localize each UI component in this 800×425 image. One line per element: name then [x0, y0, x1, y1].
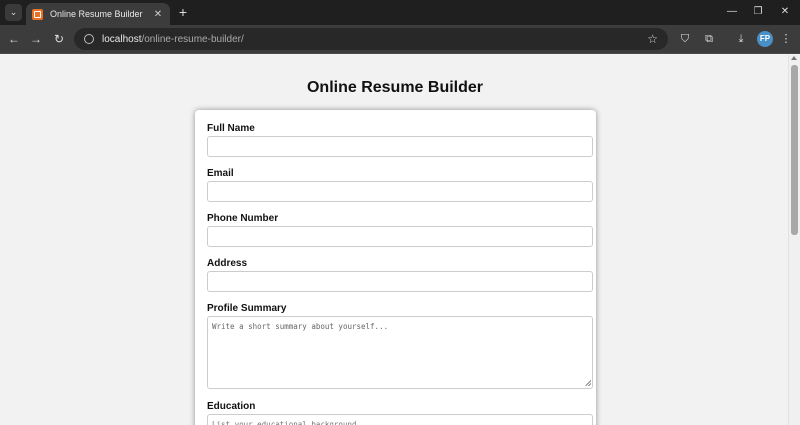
page-viewport: Online Resume Builder Full Name Email Ph… — [0, 55, 788, 425]
browser-toolbar: ← → ↻ localhost/online-resume-builder/ ☆… — [0, 25, 800, 54]
active-tab[interactable]: Online Resume Builder ✕ — [26, 3, 170, 25]
new-tab-button[interactable]: + — [176, 4, 190, 21]
address-bar[interactable]: localhost/online-resume-builder/ ☆ — [74, 28, 668, 50]
resume-form: Full Name Email Phone Number Address Pro… — [195, 110, 596, 425]
bookmark-star-icon[interactable]: ☆ — [647, 32, 658, 46]
minimize-icon[interactable]: — — [724, 4, 740, 20]
education-textarea[interactable] — [207, 414, 593, 425]
tab-strip: ⌄ Online Resume Builder ✕ + — ❐ ✕ — [0, 0, 800, 25]
url-text: localhost/online-resume-builder/ — [102, 33, 244, 45]
phone-label: Phone Number — [207, 213, 279, 224]
forward-arrow-icon[interactable]: → — [28, 31, 44, 47]
extensions-puzzle-icon[interactable]: ⧉ — [701, 31, 717, 47]
close-window-icon[interactable]: ✕ — [777, 4, 793, 20]
profile-avatar[interactable]: FP — [757, 31, 773, 47]
address-label: Address — [207, 258, 248, 269]
address-input[interactable] — [207, 271, 593, 292]
restore-icon[interactable]: ❐ — [750, 4, 766, 20]
education-label: Education — [207, 401, 256, 412]
profile-summary-textarea[interactable] — [207, 316, 593, 389]
phone-input[interactable] — [207, 226, 593, 247]
tab-title: Online Resume Builder — [50, 9, 143, 19]
scroll-up-arrow-icon[interactable] — [791, 56, 797, 60]
reload-icon[interactable]: ↻ — [51, 31, 67, 47]
chevron-down-icon: ⌄ — [9, 7, 18, 17]
email-label: Email — [207, 168, 234, 179]
tab-close-icon[interactable]: ✕ — [152, 9, 164, 20]
scrollbar-thumb[interactable] — [791, 65, 798, 235]
full-name-input[interactable] — [207, 136, 593, 157]
page-title: Online Resume Builder — [306, 79, 484, 96]
download-icon[interactable]: ⤓ — [733, 31, 749, 47]
back-arrow-icon[interactable]: ← — [6, 31, 22, 47]
page-scrollbar[interactable] — [788, 55, 800, 425]
resize-grip-icon[interactable] — [585, 380, 591, 386]
site-favicon-icon — [32, 8, 43, 20]
email-input[interactable] — [207, 181, 593, 202]
tab-search-button[interactable]: ⌄ — [5, 4, 22, 21]
profile-summary-wrapper — [207, 316, 593, 389]
full-name-label: Full Name — [207, 123, 255, 134]
shield-icon[interactable]: ⛉ — [677, 31, 693, 47]
more-menu-icon[interactable]: ⋮ — [778, 31, 794, 47]
site-info-icon[interactable] — [84, 34, 94, 44]
profile-summary-label: Profile Summary — [207, 303, 287, 314]
